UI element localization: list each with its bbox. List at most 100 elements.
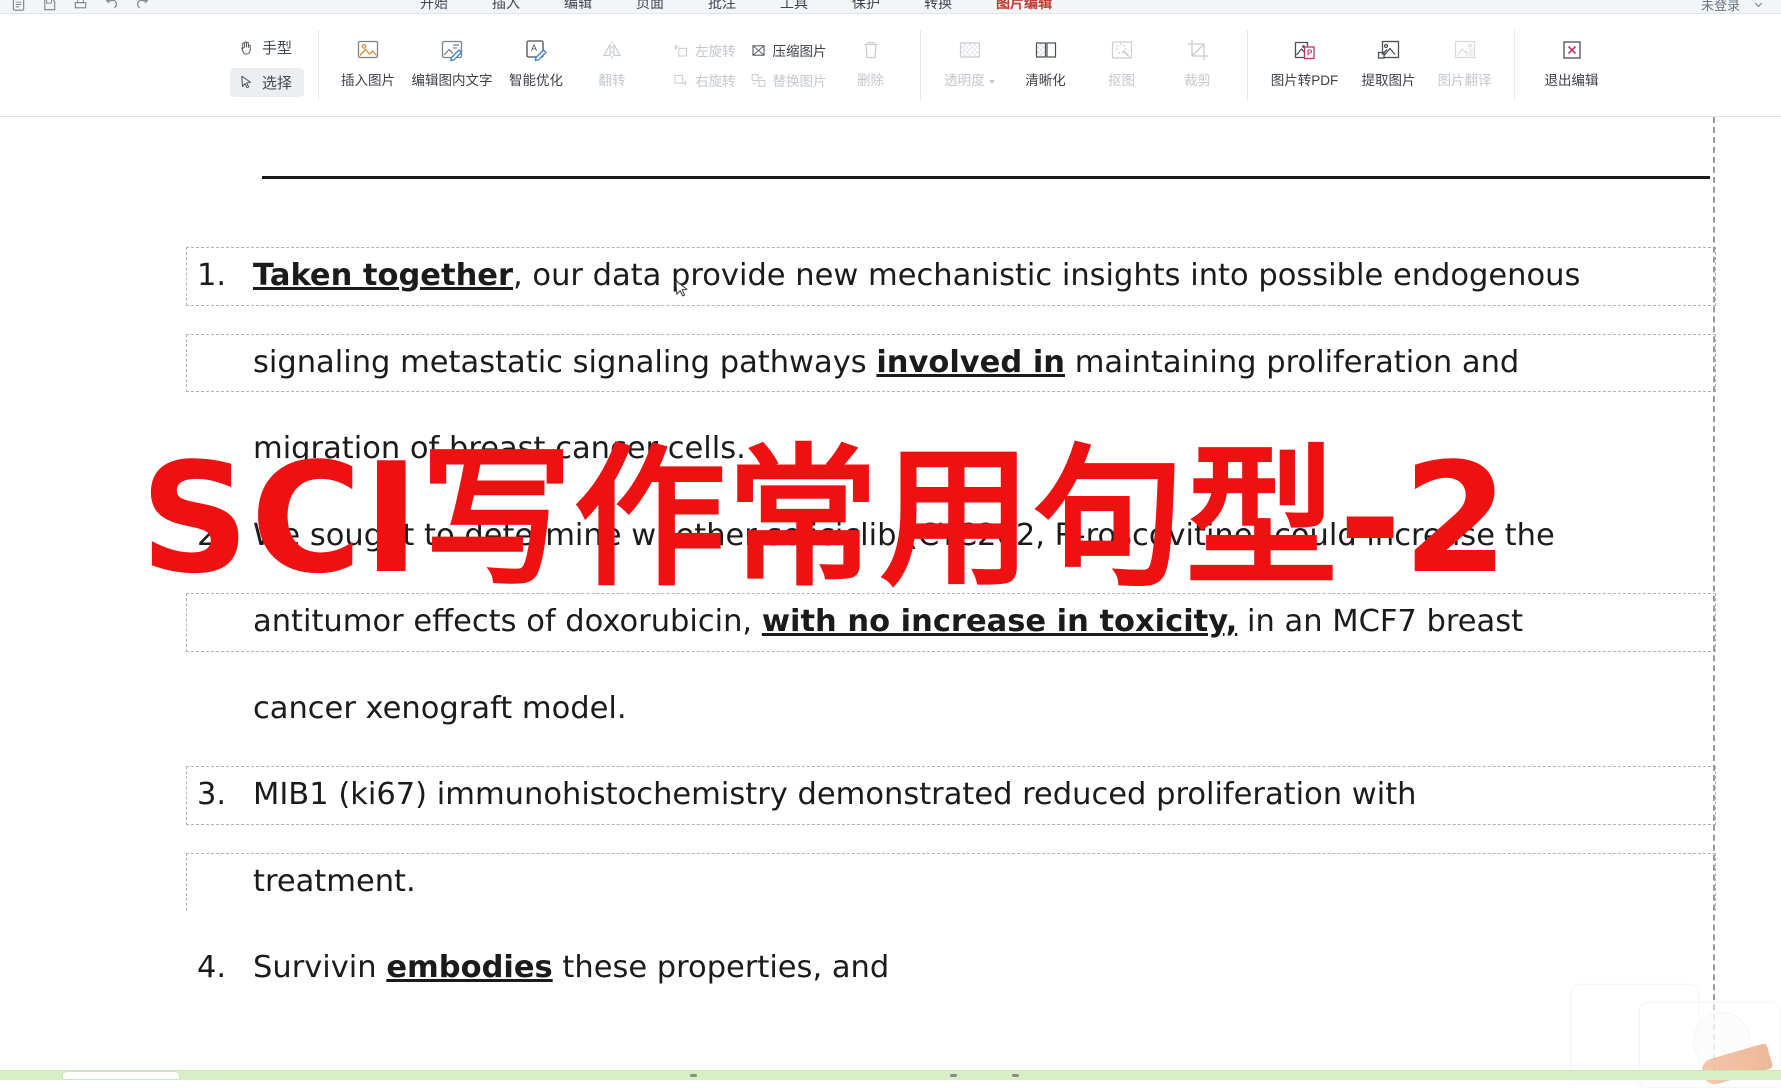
file-icon[interactable] bbox=[10, 0, 27, 13]
document-page: 1. Taken together, our data provide new … bbox=[0, 117, 1781, 1080]
emphasis-run: embodies bbox=[386, 950, 552, 985]
cutout-button[interactable]: 抠图 bbox=[1084, 24, 1160, 106]
insert-image-label: 插入图片 bbox=[341, 74, 395, 88]
menu-tab-start[interactable]: 开始 bbox=[420, 0, 448, 14]
menu-tab-comment[interactable]: 批注 bbox=[708, 0, 736, 14]
status-bar bbox=[0, 1070, 1781, 1080]
list-item[interactable]: cancer xenograft model. bbox=[186, 680, 1716, 739]
image-translate-icon: 译 bbox=[1450, 35, 1480, 65]
image-to-pdf-label: 图片转PDF bbox=[1271, 74, 1339, 88]
paragraph-text: cancer xenograft model. bbox=[253, 694, 1707, 725]
chevron-down-icon bbox=[989, 80, 995, 84]
list-number bbox=[197, 607, 253, 638]
flip-icon bbox=[597, 35, 627, 65]
hand-icon bbox=[238, 39, 255, 56]
status-bar-tab[interactable] bbox=[62, 1071, 180, 1080]
list-number bbox=[197, 434, 253, 465]
paragraph-text: migration of breast cancer cells. bbox=[253, 434, 1707, 465]
list-item[interactable]: 3. MIB1 (ki67) immunohistochemistry demo… bbox=[186, 766, 1716, 825]
exit-edit-button[interactable]: 退出编辑 bbox=[1526, 24, 1618, 106]
list-item[interactable]: signaling metastatic signaling pathways … bbox=[186, 334, 1716, 393]
cutout-icon bbox=[1107, 35, 1137, 65]
ribbon-group-mode: 手型 选择 bbox=[230, 14, 318, 116]
extract-image-icon bbox=[1374, 35, 1404, 65]
account-label[interactable]: 未登录 bbox=[1701, 0, 1740, 14]
rotate-right-icon bbox=[672, 72, 689, 89]
chevron-down-icon[interactable] bbox=[1750, 0, 1767, 13]
smart-optimize-label: 智能优化 bbox=[509, 74, 563, 88]
list-item[interactable]: 1. Taken together, our data provide new … bbox=[186, 247, 1716, 306]
menu-tab-insert[interactable]: 插入 bbox=[492, 0, 520, 14]
crop-button[interactable]: 裁剪 bbox=[1160, 24, 1236, 106]
menu-tab-edit[interactable]: 编辑 bbox=[564, 0, 592, 14]
plain-run: signaling metastatic signaling pathways bbox=[253, 345, 876, 380]
exit-edit-label: 退出编辑 bbox=[1545, 74, 1599, 88]
menu-tab-protect[interactable]: 保护 bbox=[852, 0, 880, 14]
svg-text:译: 译 bbox=[1465, 48, 1474, 59]
print-icon[interactable] bbox=[72, 0, 89, 13]
extract-image-button[interactable]: 提取图片 bbox=[1351, 24, 1427, 106]
smart-optimize-icon: A bbox=[521, 35, 551, 65]
menu-tab-tools[interactable]: 工具 bbox=[780, 0, 808, 14]
list-number bbox=[197, 867, 253, 898]
delete-image-button[interactable]: 删除 bbox=[833, 24, 909, 106]
transparency-icon bbox=[955, 35, 985, 65]
edit-image-text-label: 编辑图内文字 bbox=[412, 74, 493, 88]
undo-icon[interactable] bbox=[103, 0, 120, 13]
ribbon-group-exit: 退出编辑 bbox=[1515, 14, 1629, 116]
ribbon-group-adjust: 透明度 清晰化 抠图 裁剪 bbox=[921, 14, 1247, 116]
smart-optimize-button[interactable]: A 智能优化 bbox=[498, 24, 574, 106]
list-item[interactable]: antitumor effects of doxorubicin, with n… bbox=[186, 593, 1716, 652]
menu-tab-convert[interactable]: 转换 bbox=[924, 0, 952, 14]
sharpen-label: 清晰化 bbox=[1025, 74, 1066, 88]
rotate-left-icon bbox=[672, 42, 689, 59]
image-to-pdf-button[interactable]: P 图片转PDF bbox=[1259, 24, 1351, 106]
compress-image-button[interactable]: 压缩图片 bbox=[750, 40, 827, 60]
list-item[interactable]: migration of breast cancer cells. bbox=[186, 420, 1716, 479]
svg-text:P: P bbox=[1307, 49, 1313, 58]
list-item[interactable]: 4. Survivin embodies these properties, a… bbox=[186, 939, 1716, 998]
replace-image-label: 替换图片 bbox=[773, 70, 827, 90]
plain-run: these properties, and bbox=[553, 950, 890, 985]
plain-run: maintaining proliferation and bbox=[1065, 345, 1519, 380]
list-item[interactable]: 2. We sought to determine whether selici… bbox=[186, 507, 1716, 566]
flip-button[interactable]: 翻转 bbox=[574, 24, 650, 106]
quick-access-toolbar bbox=[0, 0, 420, 13]
select-mode-label: 选择 bbox=[262, 72, 292, 93]
transparency-button[interactable]: 透明度 bbox=[932, 24, 1008, 106]
rotate-left-button[interactable]: 左旋转 bbox=[672, 40, 736, 60]
rotate-right-button[interactable]: 右旋转 bbox=[672, 70, 736, 90]
edit-image-text-button[interactable]: 编辑图内文字 bbox=[406, 24, 498, 106]
document-canvas[interactable]: 1. Taken together, our data provide new … bbox=[0, 117, 1781, 1080]
list-number: 4. bbox=[197, 953, 253, 984]
status-bar-indicator bbox=[1012, 1074, 1019, 1077]
menu-tab-page[interactable]: 页面 bbox=[636, 0, 664, 14]
cursor-arrow-icon bbox=[238, 74, 255, 91]
image-translate-button[interactable]: 译 图片翻译 bbox=[1427, 24, 1503, 106]
ribbon-group-rotate-replace: 左旋转 右旋转 压缩图片 替换图片 bbox=[661, 14, 920, 116]
list-number bbox=[197, 694, 253, 725]
sharpen-button[interactable]: 清晰化 bbox=[1008, 24, 1084, 106]
edit-image-text-icon bbox=[437, 35, 467, 65]
list-item[interactable]: treatment. bbox=[186, 853, 1716, 912]
hand-mode-button[interactable]: 手型 bbox=[230, 33, 304, 62]
paragraph-text: We sought to determine whether selicicli… bbox=[253, 521, 1707, 552]
save-icon[interactable] bbox=[41, 0, 58, 13]
ribbon-tabs: 开始 插入 编辑 页面 批注 工具 保护 转换 图片编辑 bbox=[420, 0, 1052, 14]
menu-tab-image-edit[interactable]: 图片编辑 bbox=[996, 0, 1052, 14]
replace-image-button[interactable]: 替换图片 bbox=[750, 70, 827, 90]
paragraph-text: antitumor effects of doxorubicin, with n… bbox=[253, 607, 1707, 638]
rotate-left-label: 左旋转 bbox=[695, 40, 736, 60]
ribbon-left-spacer bbox=[0, 14, 230, 116]
select-mode-button[interactable]: 选择 bbox=[230, 68, 304, 97]
menu-bar: 开始 插入 编辑 页面 批注 工具 保护 转换 图片编辑 未登录 bbox=[0, 0, 1781, 14]
paragraph-text: Survivin embodies these properties, and bbox=[253, 953, 1707, 984]
replace-image-icon bbox=[750, 72, 767, 89]
menu-bar-right: 未登录 bbox=[1701, 0, 1781, 14]
redo-icon[interactable] bbox=[134, 0, 151, 13]
status-bar-indicator bbox=[950, 1074, 957, 1077]
insert-image-button[interactable]: 插入图片 bbox=[330, 24, 406, 106]
list-number: 2. bbox=[197, 521, 253, 552]
image-translate-label: 图片翻译 bbox=[1438, 74, 1492, 88]
transparency-label: 透明度 bbox=[944, 74, 995, 88]
